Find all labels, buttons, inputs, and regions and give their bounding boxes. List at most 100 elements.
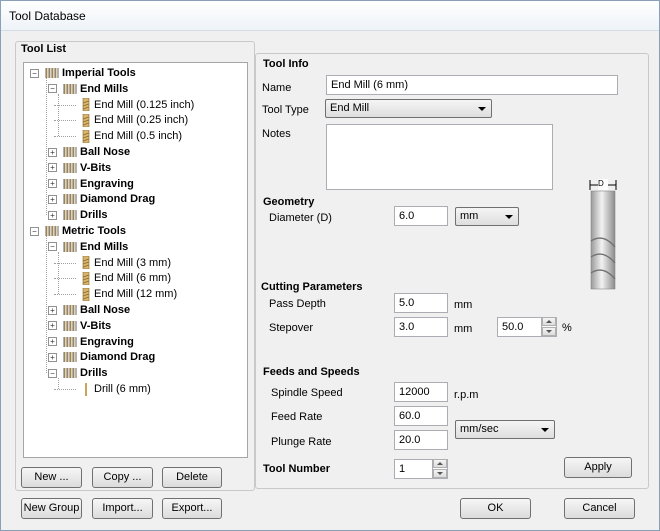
- feed-rate-input[interactable]: 60.0: [394, 406, 448, 426]
- title-bar: Tool Database: [1, 1, 659, 31]
- new-group-button[interactable]: New Group: [21, 498, 82, 519]
- expand-icon[interactable]: +: [48, 305, 57, 315]
- expand-icon[interactable]: +: [48, 321, 57, 331]
- chevron-down-icon: [505, 215, 513, 219]
- tree-connector: [54, 136, 76, 138]
- collapse-icon[interactable]: −: [30, 68, 39, 78]
- cutting-parameters-heading: Cutting Parameters: [261, 281, 363, 293]
- tree-connector: [58, 251, 59, 295]
- tool-group-icon: [62, 320, 78, 332]
- expand-icon[interactable]: +: [48, 179, 57, 189]
- tree-tool-node[interactable]: End Mill (0.25 inch): [80, 112, 188, 128]
- tree-tool-node[interactable]: End Mill (0.125 inch): [80, 97, 194, 113]
- tree-tool-node[interactable]: End Mill (0.5 inch): [80, 128, 182, 144]
- tree-group-node[interactable]: V-Bits: [62, 160, 111, 176]
- pass-depth-label: Pass Depth: [269, 298, 326, 310]
- tool-type-select[interactable]: End Mill: [325, 99, 492, 118]
- end-mill-icon: [80, 98, 92, 112]
- tree-group-node[interactable]: Ball Nose: [62, 302, 130, 318]
- pass-depth-input[interactable]: 5.0: [394, 293, 448, 313]
- tool-group-icon: [62, 336, 78, 348]
- tree-group-node[interactable]: End Mills: [62, 81, 128, 97]
- chevron-down-icon: [541, 428, 549, 432]
- tree-node-label: Diamond Drag: [80, 193, 156, 206]
- pass-depth-unit: mm: [454, 299, 473, 311]
- collapse-icon[interactable]: −: [48, 368, 57, 378]
- spin-up-icon[interactable]: [433, 459, 447, 468]
- tree-group-node[interactable]: Ball Nose: [62, 144, 130, 160]
- export-button[interactable]: Export...: [162, 498, 222, 519]
- tree-tool-node[interactable]: Drill (6 mm): [80, 381, 151, 397]
- spin-down-icon[interactable]: [542, 327, 556, 336]
- notes-textarea[interactable]: [326, 124, 553, 190]
- tool-number-spinner[interactable]: [432, 459, 447, 479]
- expand-icon[interactable]: +: [48, 210, 57, 220]
- tree-group-node[interactable]: End Mills: [62, 239, 128, 255]
- plunge-rate-input[interactable]: 20.0: [394, 430, 448, 450]
- tree-node-label: End Mill (0.125 inch): [94, 98, 195, 111]
- diameter-dimension-label: D: [598, 179, 604, 188]
- tree-connector: [46, 236, 47, 374]
- tree-node-label: End Mill (0.5 inch): [94, 130, 183, 143]
- tree-group-node[interactable]: Engraving: [62, 334, 134, 350]
- tree-group-node[interactable]: Drills: [62, 365, 108, 381]
- apply-button[interactable]: Apply: [564, 457, 632, 478]
- stepover-input[interactable]: 3.0: [394, 317, 448, 337]
- tree-node-label: Ball Nose: [80, 304, 131, 316]
- collapse-icon[interactable]: −: [30, 226, 39, 236]
- tree-group-node[interactable]: Engraving: [62, 176, 134, 192]
- ok-button[interactable]: OK: [460, 498, 531, 519]
- tree-node-label: Metric Tools: [62, 225, 126, 237]
- tool-group-icon: [62, 178, 78, 190]
- expand-icon[interactable]: +: [48, 194, 57, 204]
- collapse-icon[interactable]: −: [48, 242, 57, 252]
- tree-connector: [54, 294, 76, 296]
- tree-tool-node[interactable]: End Mill (3 mm): [80, 255, 171, 271]
- tree-node-label: End Mill (0.25 inch): [94, 114, 189, 127]
- collapse-icon[interactable]: −: [48, 84, 57, 94]
- end-mill-icon: [80, 113, 92, 127]
- tree-group-node[interactable]: Diamond Drag: [62, 191, 155, 207]
- diameter-input[interactable]: 6.0: [394, 206, 448, 226]
- tree-group-node[interactable]: V-Bits: [62, 318, 111, 334]
- tree-tool-node[interactable]: End Mill (6 mm): [80, 270, 171, 286]
- tool-group-icon: [62, 351, 78, 363]
- expand-icon[interactable]: +: [48, 163, 57, 173]
- import-button[interactable]: Import...: [92, 498, 153, 519]
- tree-node-label: Engraving: [80, 335, 134, 348]
- tool-group-icon: [62, 304, 78, 316]
- expand-icon[interactable]: +: [48, 352, 57, 362]
- copy-tool-button[interactable]: Copy ...: [92, 467, 153, 488]
- tree-group-node[interactable]: Drills: [62, 207, 108, 223]
- tree-group-node[interactable]: Diamond Drag: [62, 349, 155, 365]
- end-mill-icon: [80, 271, 92, 285]
- tree-group-node[interactable]: Metric Tools: [44, 223, 126, 239]
- tree-node-label: V-Bits: [80, 161, 112, 174]
- tool-group-icon: [62, 367, 78, 379]
- cancel-button[interactable]: Cancel: [564, 498, 635, 519]
- end-mill-icon: [80, 256, 92, 270]
- spindle-speed-input[interactable]: 12000: [394, 382, 448, 402]
- name-input[interactable]: End Mill (6 mm): [326, 75, 618, 95]
- tree-connector: [46, 78, 47, 216]
- expand-icon[interactable]: +: [48, 147, 57, 157]
- stepover-percent-spinner[interactable]: [541, 317, 556, 337]
- geometry-heading: Geometry: [263, 196, 315, 208]
- rate-units-select[interactable]: mm/sec: [455, 420, 555, 439]
- diameter-units-select[interactable]: mm: [455, 207, 519, 226]
- tree-node-label: Engraving: [80, 177, 134, 190]
- tree-tool-node[interactable]: End Mill (12 mm): [80, 286, 177, 302]
- tree-group-node[interactable]: Imperial Tools: [44, 65, 136, 81]
- delete-tool-button[interactable]: Delete: [162, 467, 222, 488]
- spin-down-icon[interactable]: [433, 469, 447, 478]
- tree-node-label: Diamond Drag: [80, 351, 156, 364]
- tree-node-label: End Mill (6 mm): [94, 272, 172, 285]
- new-tool-button[interactable]: New ...: [21, 467, 82, 488]
- tool-tree[interactable]: Imperial Tools − End Mills − End Mill (0.125…: [23, 62, 248, 458]
- tool-info-heading: Tool Info: [263, 58, 309, 70]
- spin-up-icon[interactable]: [542, 317, 556, 326]
- tool-type-label: Tool Type: [262, 104, 309, 116]
- rate-units-value: mm/sec: [460, 423, 499, 435]
- expand-icon[interactable]: +: [48, 337, 57, 347]
- tree-node-label: Imperial Tools: [62, 67, 136, 79]
